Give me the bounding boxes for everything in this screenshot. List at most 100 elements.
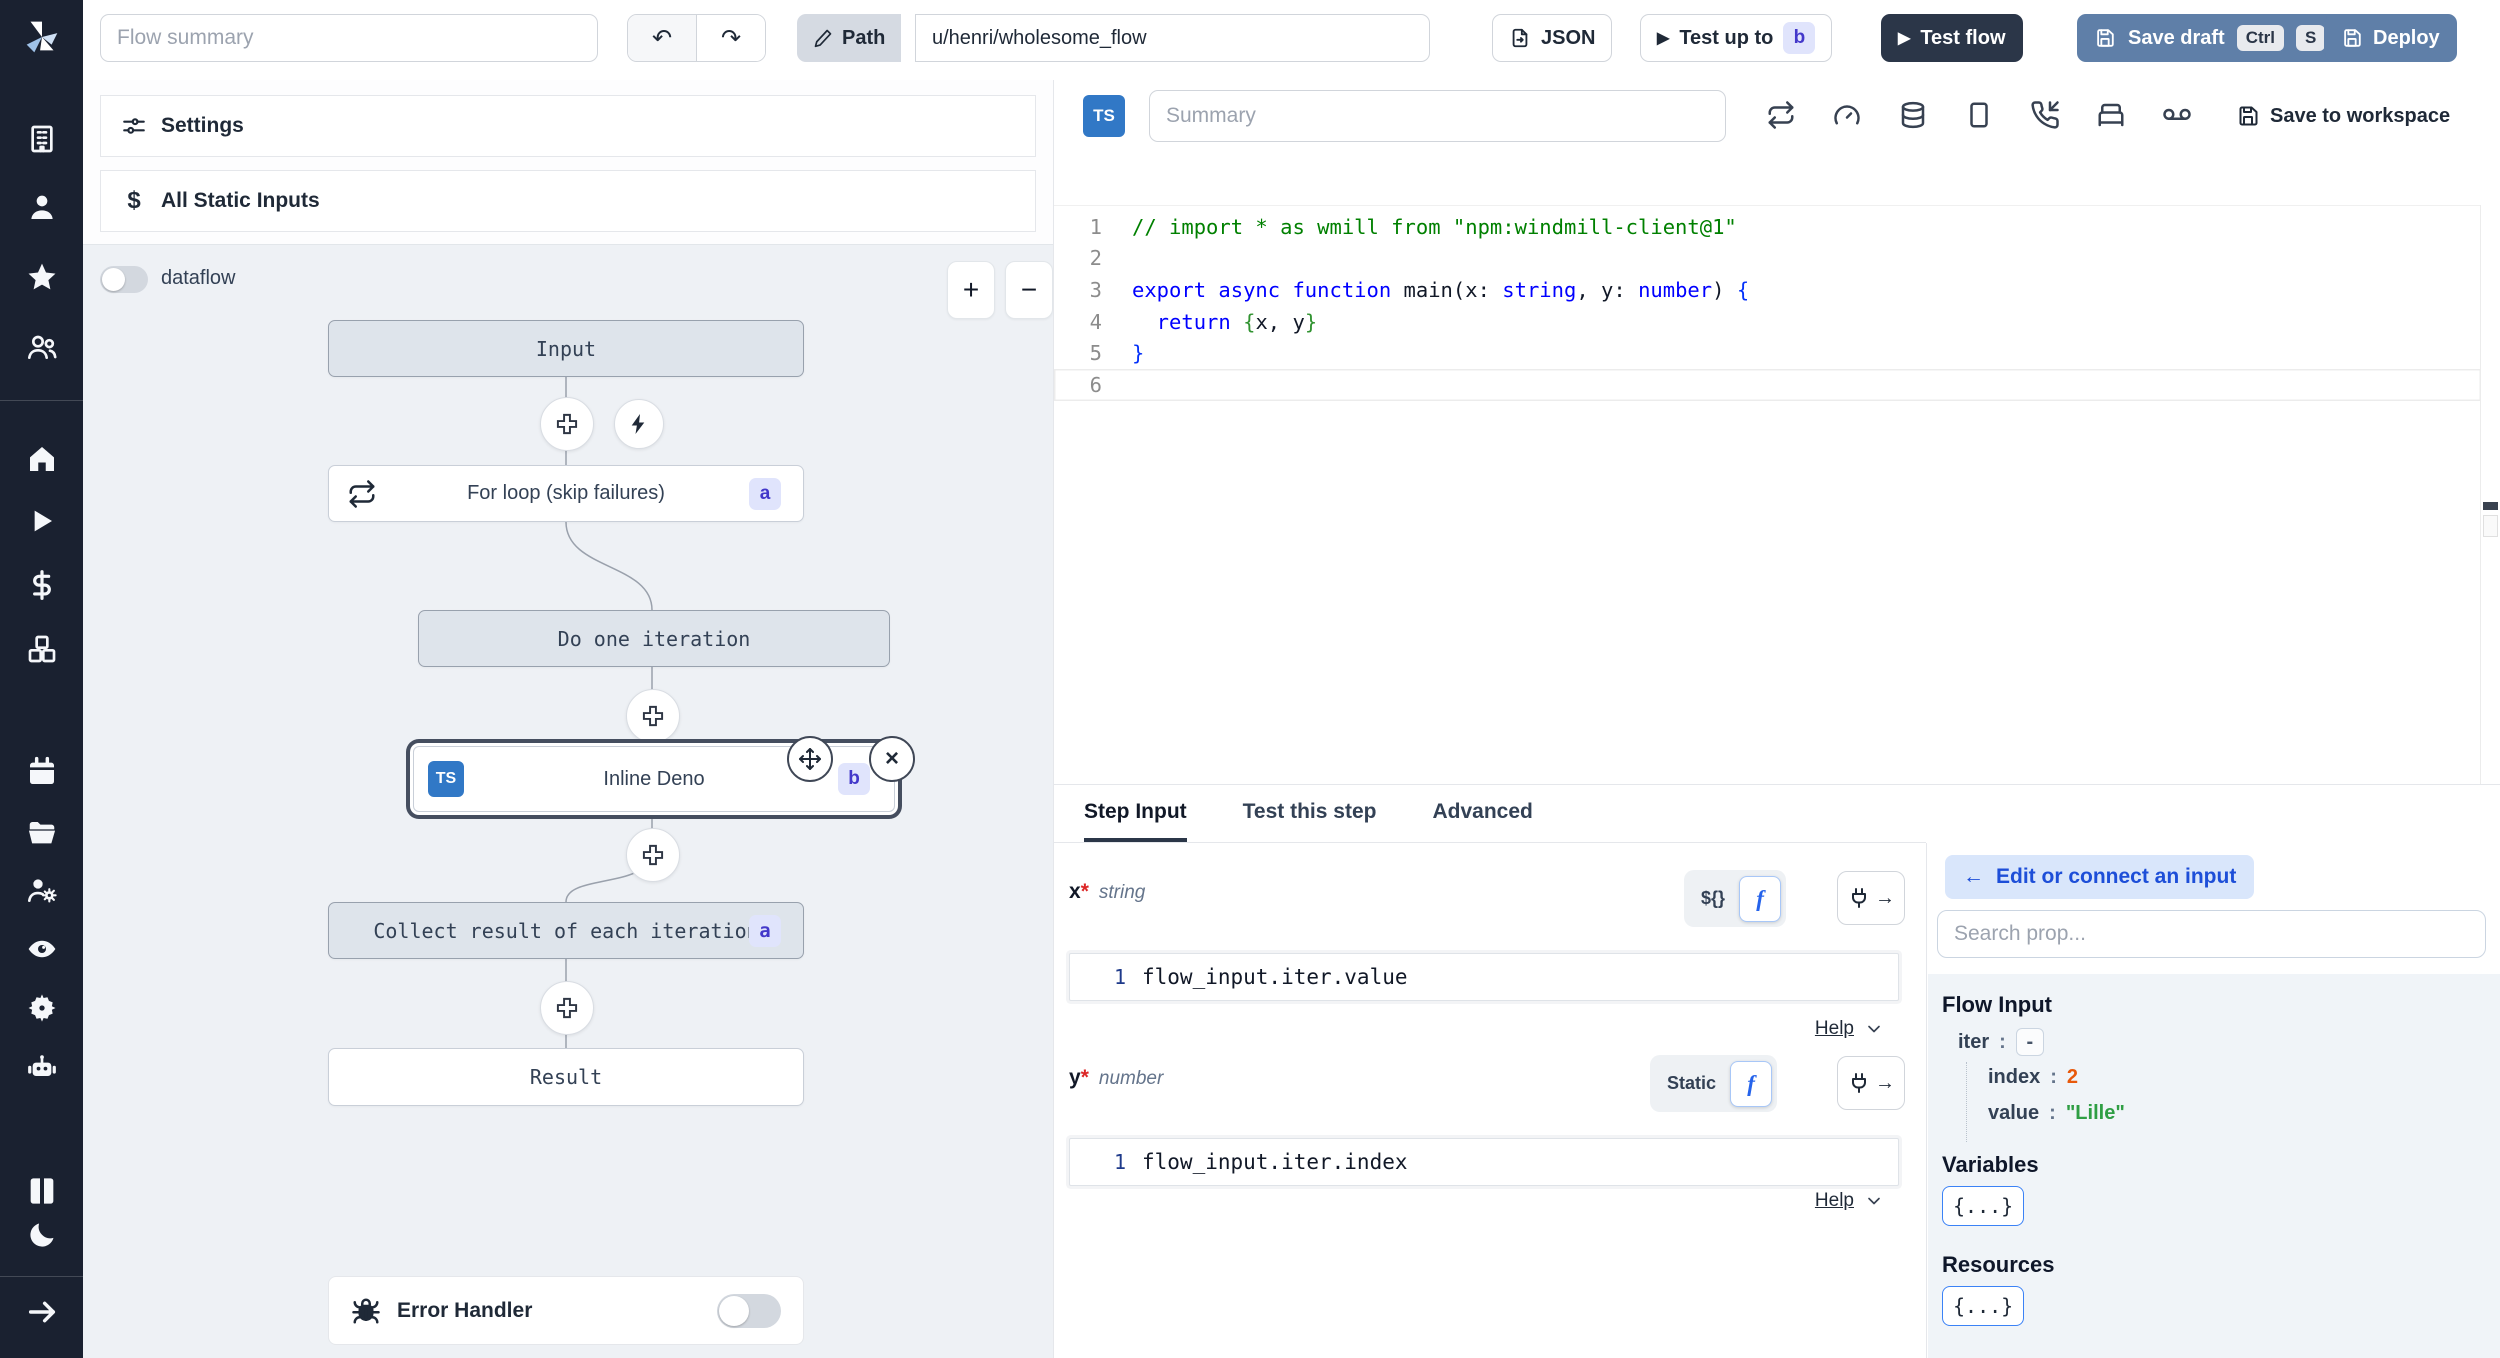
save-draft-button[interactable]: Save draft Ctrl S (2077, 14, 2343, 62)
flow-panel: Settings $ All Static Inputs dataflow + … (83, 80, 1053, 1358)
gauge-icon[interactable] (1832, 100, 1862, 130)
path-label: Path (842, 26, 886, 49)
windmill-logo[interactable] (19, 14, 65, 60)
field-x-mode-toggle[interactable]: ${} f (1684, 870, 1787, 927)
robot-icon[interactable] (26, 1052, 58, 1084)
undo-button[interactable]: ↶ (628, 15, 696, 61)
home-icon[interactable] (26, 443, 58, 475)
field-x-connect-button[interactable]: → (1837, 871, 1905, 925)
database-icon[interactable] (1898, 100, 1928, 130)
step-toolbar (1766, 100, 2192, 130)
code-editor[interactable]: 1 // import * as wmill from "npm:windmill… (1054, 205, 2481, 784)
test-flow-button[interactable]: ▶ Test flow (1881, 14, 2023, 62)
moon-icon[interactable] (26, 1219, 58, 1251)
folder-open-icon[interactable] (26, 816, 58, 848)
code-line[interactable]: 1 // import * as wmill from "npm:windmill… (1054, 211, 2481, 243)
code-line[interactable]: 2 (1054, 243, 2481, 275)
calendar-icon[interactable] (26, 756, 58, 788)
move-node-button[interactable] (787, 736, 833, 782)
code-token: main(x: (1391, 277, 1503, 302)
voicemail-icon[interactable] (2162, 100, 2192, 130)
gear-icon[interactable] (26, 992, 58, 1024)
code-line[interactable]: 6 (1054, 369, 2481, 401)
step-summary-input[interactable] (1149, 90, 1726, 142)
line-number: 5 (1089, 341, 1102, 366)
json-button[interactable]: JSON (1492, 14, 1613, 62)
building-icon[interactable] (26, 123, 58, 155)
function-mode-chip[interactable]: f (1730, 1060, 1773, 1107)
add-step-button[interactable] (626, 689, 680, 743)
code-line[interactable]: 4 return {x, y} (1054, 306, 2481, 338)
user-icon[interactable] (26, 191, 58, 223)
all-static-inputs-row[interactable]: $ All Static Inputs (100, 170, 1036, 232)
node-forloop[interactable]: For loop (skip failures) a (328, 465, 804, 522)
user-cog-icon[interactable] (26, 874, 58, 906)
scroll-thumb (2483, 515, 2498, 537)
node-iteration-label: Do one iteration (557, 626, 751, 651)
bed-icon[interactable] (2096, 100, 2126, 130)
flow-summary-input[interactable] (100, 14, 598, 62)
users-icon[interactable] (26, 331, 58, 363)
prop-key: iter (1958, 1030, 1990, 1053)
search-prop-input[interactable] (1937, 910, 2486, 958)
tab-step-input[interactable]: Step Input (1084, 785, 1187, 842)
variables-object-button[interactable]: {...} (1942, 1186, 2025, 1226)
sliders-icon (121, 113, 147, 139)
resources-object-button[interactable]: {...} (1942, 1286, 2025, 1326)
move-icon (798, 747, 822, 771)
delete-node-button[interactable]: × (869, 736, 915, 782)
node-input[interactable]: Input (328, 320, 804, 377)
book-icon[interactable] (26, 1175, 58, 1207)
field-y-mode-toggle[interactable]: Static f (1650, 1055, 1778, 1112)
deploy-button[interactable]: Deploy (2324, 14, 2457, 62)
arrow-right-icon[interactable] (26, 1296, 58, 1328)
field-y-connect-button[interactable]: → (1837, 1056, 1905, 1110)
code-token: number (1638, 277, 1713, 302)
prop-row-value[interactable]: value : "Lille" (1988, 1102, 2125, 1125)
test-up-to-button[interactable]: ▶ Test up to b (1640, 14, 1833, 62)
prop-row-index[interactable]: index : 2 (1988, 1066, 2078, 1089)
field-x-help-link[interactable]: Help (1754, 1018, 1884, 1040)
node-collect[interactable]: Collect result of each iteration a (328, 902, 804, 959)
function-mode-chip[interactable]: f (1739, 875, 1782, 922)
add-step-button[interactable] (540, 397, 594, 451)
tab-test-this-step[interactable]: Test this step (1243, 785, 1377, 842)
prop-row-iter[interactable]: iter : - (1958, 1028, 2044, 1056)
repeat-icon[interactable] (1766, 100, 1796, 130)
node-result[interactable]: Result (328, 1048, 804, 1106)
editor-scrollbar[interactable] (2480, 205, 2500, 784)
error-handler-label: Error Handler (397, 1298, 533, 1322)
add-trigger-button[interactable] (614, 399, 664, 449)
field-y-expr-input[interactable]: 1 flow_input.iter.index (1069, 1138, 1899, 1186)
redo-button[interactable]: ↷ (696, 15, 765, 61)
code-line[interactable]: 3 export async function main(x: string, y… (1054, 274, 2481, 306)
phone-incoming-icon[interactable] (2030, 100, 2060, 130)
toggle-expr-option[interactable]: ${} (1689, 888, 1737, 909)
node-input-label: Input (535, 336, 597, 361)
path-chip[interactable]: Path (797, 14, 902, 62)
field-x-expr-input[interactable]: 1 flow_input.iter.value (1069, 953, 1899, 1001)
path-input[interactable] (915, 14, 1430, 62)
play-icon[interactable] (26, 505, 58, 537)
add-step-button[interactable] (626, 828, 680, 882)
code-line[interactable]: 5} (1054, 337, 2481, 369)
cubes-icon[interactable] (26, 633, 58, 665)
collapse-button[interactable]: - (2015, 1028, 2044, 1056)
typescript-badge: TS (428, 761, 464, 797)
field-y-help-link[interactable]: Help (1754, 1190, 1884, 1212)
edit-connect-input-button[interactable]: ← Edit or connect an input (1945, 855, 2255, 899)
tab-advanced[interactable]: Advanced (1432, 785, 1532, 842)
error-handler-row[interactable]: Error Handler (328, 1276, 804, 1345)
toggle-static-option[interactable]: Static (1655, 1073, 1728, 1094)
node-iteration[interactable]: Do one iteration (418, 610, 890, 667)
topbar: ↶ ↷ Path JSON ▶ Test up to b ▶ Test flow… (83, 0, 2500, 81)
dollar-icon[interactable] (26, 569, 58, 601)
eye-icon[interactable] (26, 933, 58, 965)
add-step-button[interactable] (540, 981, 594, 1035)
save-to-workspace-button[interactable]: Save to workspace (2236, 104, 2450, 128)
flow-settings-row[interactable]: Settings (100, 95, 1036, 157)
star-icon[interactable] (26, 261, 58, 293)
square-icon[interactable] (1964, 100, 1994, 130)
node-id-badge: a (749, 914, 781, 947)
error-handler-toggle[interactable] (717, 1293, 781, 1328)
